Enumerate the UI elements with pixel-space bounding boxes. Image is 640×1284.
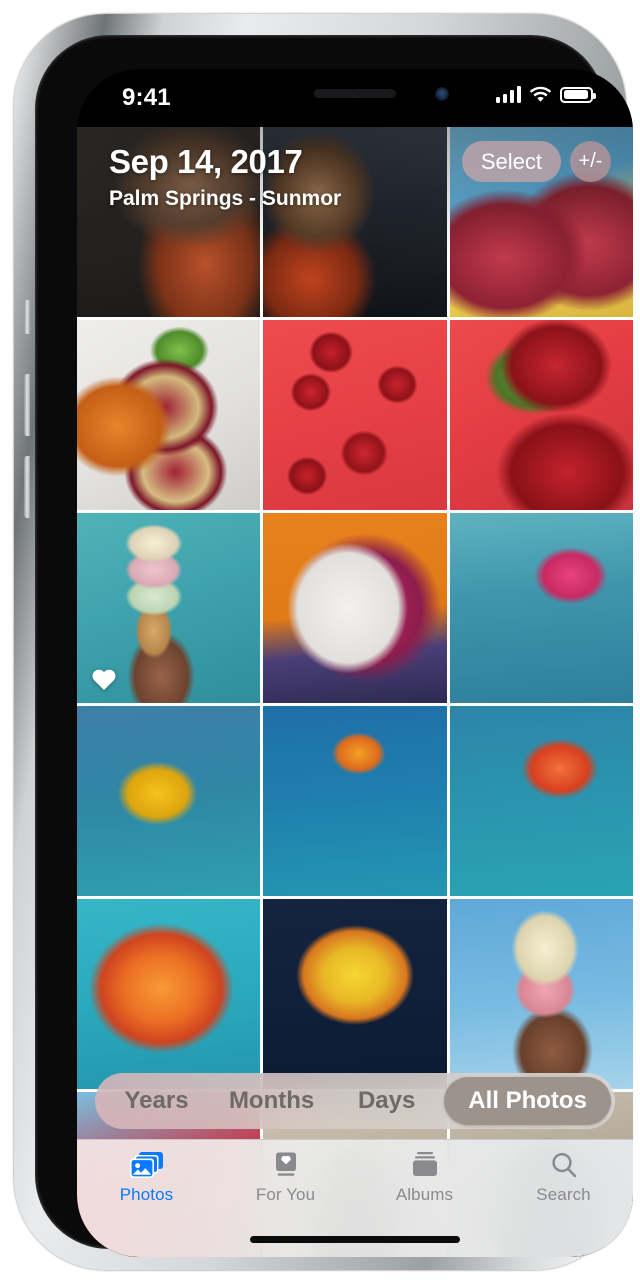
iphone-device-frame: Sep 14, 2017 Palm Springs - Sunmor Selec… bbox=[14, 14, 633, 1270]
tab-label: For You bbox=[255, 1185, 316, 1204]
device-notch bbox=[237, 69, 473, 127]
wifi-icon bbox=[529, 86, 552, 102]
photos-stack-icon bbox=[129, 1150, 164, 1180]
cellular-signal-icon bbox=[495, 86, 521, 103]
search-magnifier-icon bbox=[547, 1150, 581, 1180]
photo-yellow-rose[interactable] bbox=[263, 899, 447, 1089]
volume-up-button[interactable] bbox=[24, 374, 30, 436]
tab-label: Search bbox=[536, 1185, 591, 1204]
photo-pink-gerbera-daisy[interactable] bbox=[449, 513, 633, 703]
select-button[interactable]: Select bbox=[461, 141, 561, 182]
photo-icecream-cone-sky[interactable] bbox=[449, 899, 633, 1089]
plus-minus-icon[interactable]: +/- bbox=[570, 141, 611, 182]
photo-red-orange-rose[interactable] bbox=[449, 706, 633, 896]
tab-albums[interactable]: Albums bbox=[355, 1150, 494, 1205]
photo-strawberries-red-bg[interactable] bbox=[263, 320, 447, 510]
photo-icecream-cone-pool[interactable] bbox=[77, 513, 261, 703]
photo-grid[interactable] bbox=[77, 127, 633, 1257]
photo-orange-rose-stem[interactable] bbox=[263, 706, 447, 896]
battery-icon bbox=[560, 86, 596, 103]
photo-dragonfruit-half[interactable] bbox=[263, 513, 447, 703]
status-time: 9:41 bbox=[122, 84, 171, 111]
status-indicators bbox=[495, 86, 596, 103]
mute-switch[interactable] bbox=[24, 300, 30, 334]
home-indicator[interactable] bbox=[250, 1236, 460, 1243]
segment-months[interactable]: Months bbox=[214, 1077, 329, 1125]
speaker-grille-icon bbox=[314, 89, 396, 98]
tab-search[interactable]: Search bbox=[494, 1150, 633, 1205]
photo-orange-rose-closeup[interactable] bbox=[77, 899, 261, 1089]
tab-label: Albums bbox=[395, 1185, 454, 1204]
albums-stack-icon bbox=[408, 1150, 442, 1180]
header-actions: Select +/- bbox=[461, 141, 611, 182]
photo-portrait-curly-hair[interactable] bbox=[77, 127, 261, 317]
photo-pomegranate-citrus[interactable] bbox=[77, 320, 261, 510]
front-camera-icon bbox=[435, 87, 449, 101]
photo-portrait-profile[interactable] bbox=[263, 127, 447, 317]
volume-down-button[interactable] bbox=[24, 456, 30, 518]
tab-for-you[interactable]: For You bbox=[216, 1150, 355, 1205]
tab-photos[interactable]: Photos bbox=[77, 1150, 216, 1205]
photo-yellow-gerbera-daisy[interactable] bbox=[77, 706, 261, 896]
photo-strawberries-closeup[interactable] bbox=[449, 320, 633, 510]
segment-days[interactable]: Days bbox=[329, 1077, 444, 1125]
timeline-segmented-control[interactable]: Years Months Days All Photos bbox=[95, 1073, 615, 1129]
for-you-heart-card-icon bbox=[269, 1150, 303, 1180]
segment-years[interactable]: Years bbox=[99, 1077, 214, 1125]
favorite-heart-icon bbox=[92, 669, 116, 691]
phone-screen: Sep 14, 2017 Palm Springs - Sunmor Selec… bbox=[77, 69, 633, 1257]
device-bezel: Sep 14, 2017 Palm Springs - Sunmor Selec… bbox=[35, 35, 633, 1257]
segment-all-photos[interactable]: All Photos bbox=[444, 1077, 612, 1125]
tab-label: Photos bbox=[119, 1185, 174, 1204]
